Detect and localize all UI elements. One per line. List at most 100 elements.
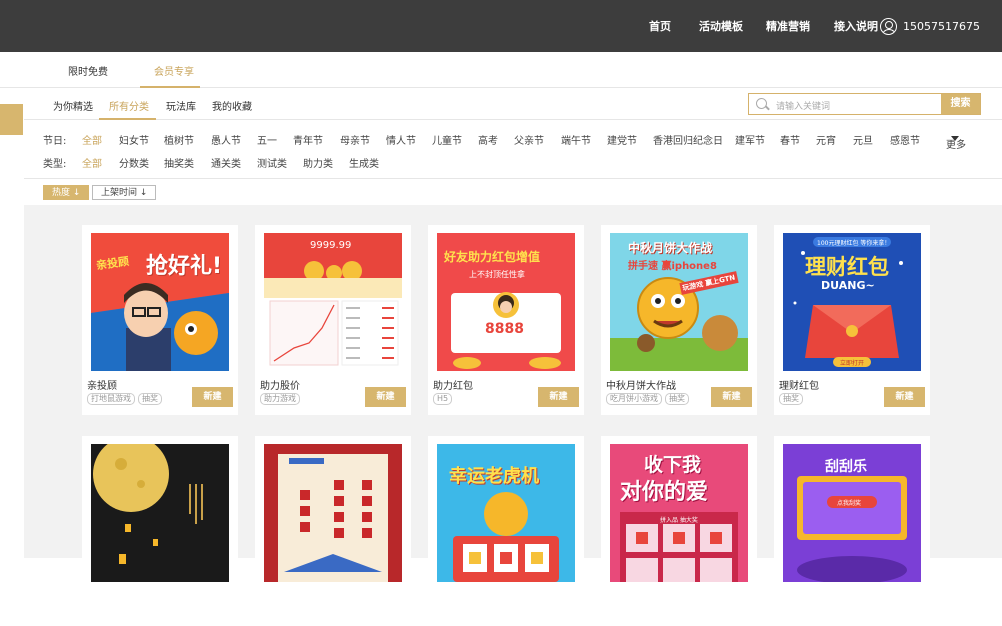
festival-option[interactable]: 母亲节 [340, 132, 370, 147]
festival-option[interactable]: 建党节 [607, 132, 637, 147]
festival-option[interactable]: 元宵 [816, 132, 836, 147]
sort-time-button[interactable]: 上架时间 ↓ [92, 185, 157, 200]
type-option[interactable]: 全部 [82, 155, 102, 170]
tab-all-categories[interactable]: 所有分类 [109, 98, 149, 113]
thumbnail-text: 拼入品 抽大奖 [660, 517, 698, 524]
template-card[interactable] [82, 436, 238, 626]
user-menu[interactable]: 15057517675 [880, 0, 980, 52]
thumbnail-text: 立即打开 [840, 360, 865, 367]
pricing-tabs: 限时免费 会员专享 [0, 52, 1002, 88]
festival-option[interactable]: 端午节 [561, 132, 591, 147]
nav-activity-templates[interactable]: 活动模板 [699, 0, 743, 52]
search-input[interactable]: 请输入关键词 [776, 99, 830, 112]
tab-picks[interactable]: 为你精选 [53, 98, 93, 113]
festival-option[interactable]: 香港回归纪念日 [653, 132, 723, 147]
new-button[interactable]: 新建 [192, 387, 233, 407]
thumbnail-text: 好友助力红包增值 [444, 250, 541, 264]
type-option[interactable]: 抽奖类 [164, 155, 194, 170]
festival-option[interactable]: 建军节 [735, 132, 765, 147]
template-card[interactable]: 收下我 对你的爱 拼入品 抽大奖 [601, 436, 757, 626]
tab-member[interactable]: 会员专享 [154, 63, 194, 78]
type-label: 类型: [43, 159, 67, 170]
template-title: 亲投顾 [87, 381, 117, 392]
template-card[interactable]: 亲投顾 抢好礼! 亲投顾 打地鼠游戏 抽奖 新建 [82, 225, 238, 415]
template-tag: 抽奖 [138, 393, 162, 405]
tab-free[interactable]: 限时免费 [68, 63, 108, 78]
tab-gameplay-library[interactable]: 玩法库 [166, 98, 196, 113]
sort-hot-button[interactable]: 热度 ↓ [43, 185, 90, 200]
festival-option[interactable]: 儿童节 [432, 132, 462, 147]
festival-label: 节日: [43, 136, 67, 147]
festival-option[interactable]: 妇女节 [119, 132, 149, 147]
festival-option[interactable]: 感恩节 [890, 132, 920, 147]
festival-option[interactable]: 青年节 [293, 132, 323, 147]
new-button[interactable]: 新建 [884, 387, 925, 407]
nav-integration-guide[interactable]: 接入说明 [834, 0, 878, 52]
template-thumbnail[interactable] [91, 444, 229, 582]
nav-precision-marketing[interactable]: 精准营销 [766, 0, 810, 52]
thumbnail-text: 抢好礼! [146, 254, 223, 279]
new-button[interactable]: 新建 [711, 387, 752, 407]
caret-down-icon [951, 136, 959, 141]
festival-option[interactable]: 父亲节 [514, 132, 544, 147]
template-card[interactable]: 刮刮乐 点我刮奖 [774, 436, 930, 626]
tab-favorites[interactable]: 我的收藏 [212, 98, 252, 113]
template-thumbnail[interactable]: 收下我 对你的爱 拼入品 抽大奖 [610, 444, 748, 582]
thumbnail-text: 8888 [485, 321, 524, 337]
template-card[interactable]: 好友助力红包增值 上不封顶任性拿 8888 助力红包 H5 新建 [428, 225, 584, 415]
sort-bar: 热度 ↓ 上架时间 ↓ [24, 178, 1002, 205]
thumbnail-text: 幸运老虎机 [449, 466, 539, 487]
template-tags: 抽奖 [779, 393, 803, 405]
festival-option[interactable]: 五一 [257, 132, 277, 147]
template-title: 助力股价 [260, 381, 300, 392]
template-card[interactable]: 100元理财红包 等你来拿！ 理财红包 DUANG~ 立即打开 理财红包 抽奖 … [774, 225, 930, 415]
side-tab[interactable] [0, 104, 23, 135]
template-thumbnail[interactable]: 9999.99 [264, 233, 402, 371]
thumbnail-text: 100元理财红包 等你来拿！ [817, 240, 891, 247]
template-title: 助力红包 [433, 381, 473, 392]
festival-option[interactable]: 愚人节 [211, 132, 241, 147]
new-button[interactable]: 新建 [538, 387, 579, 407]
thumbnail-text: 收下我 [644, 454, 702, 476]
type-option[interactable]: 生成类 [349, 155, 379, 170]
type-option[interactable]: 分数类 [119, 155, 149, 170]
template-tags: 吃月饼小游戏 抽奖 [606, 393, 689, 405]
search-icon [756, 98, 767, 109]
template-thumbnail[interactable]: 中秋月饼大作战 拼手速 赢iphone8 玩游戏 赢上GTN [610, 233, 748, 371]
search-box[interactable]: 请输入关键词 搜索 [748, 93, 981, 115]
top-navbar: 首页 活动模板 精准营销 接入说明 15057517675 [0, 0, 1002, 52]
template-card[interactable]: 9999.99 助力股价 助力游戏 新建 [255, 225, 411, 415]
type-option[interactable]: 通关类 [211, 155, 241, 170]
festival-option[interactable]: 情人节 [386, 132, 416, 147]
template-thumbnail[interactable] [264, 444, 402, 582]
tab-active-underline [99, 118, 156, 120]
template-thumbnail[interactable]: 刮刮乐 点我刮奖 [783, 444, 921, 582]
festival-option[interactable]: 高考 [478, 132, 498, 147]
new-button[interactable]: 新建 [365, 387, 406, 407]
type-option[interactable]: 测试类 [257, 155, 287, 170]
template-card[interactable]: 中秋月饼大作战 拼手速 赢iphone8 玩游戏 赢上GTN 中秋月饼大作战 吃… [601, 225, 757, 415]
search-button[interactable]: 搜索 [941, 94, 980, 114]
festival-option[interactable]: 元旦 [853, 132, 873, 147]
festival-option[interactable]: 植树节 [164, 132, 194, 147]
template-title: 理财红包 [779, 381, 819, 392]
thumbnail-text: 中秋月饼大作战 [628, 241, 713, 255]
thumbnail-text: 理财红包 [805, 255, 889, 279]
template-thumbnail[interactable]: 100元理财红包 等你来拿！ 理财红包 DUANG~ 立即打开 [783, 233, 921, 371]
template-thumbnail[interactable]: 好友助力红包增值 上不封顶任性拿 8888 [437, 233, 575, 371]
thumbnail-text: 点我刮奖 [837, 500, 862, 507]
template-thumbnail[interactable]: 亲投顾 抢好礼! [91, 233, 229, 371]
template-tag: 打地鼠游戏 [87, 393, 135, 405]
template-tag: H5 [433, 393, 453, 405]
template-tag: 助力游戏 [260, 393, 300, 405]
template-card[interactable] [255, 436, 411, 626]
nav-home[interactable]: 首页 [649, 0, 671, 52]
template-thumbnail[interactable]: 幸运老虎机 [437, 444, 575, 582]
festival-option[interactable]: 春节 [780, 132, 800, 147]
festival-option[interactable]: 全部 [82, 132, 102, 147]
template-card[interactable]: 幸运老虎机 [428, 436, 584, 626]
type-filter: 类型: 全部 分数类 抽奖类 通关类 测试类 助力类 生成类 [24, 151, 1002, 175]
template-tag: 吃月饼小游戏 [606, 393, 662, 405]
type-option[interactable]: 助力类 [303, 155, 333, 170]
thumbnail-text: 9999.99 [310, 240, 352, 251]
